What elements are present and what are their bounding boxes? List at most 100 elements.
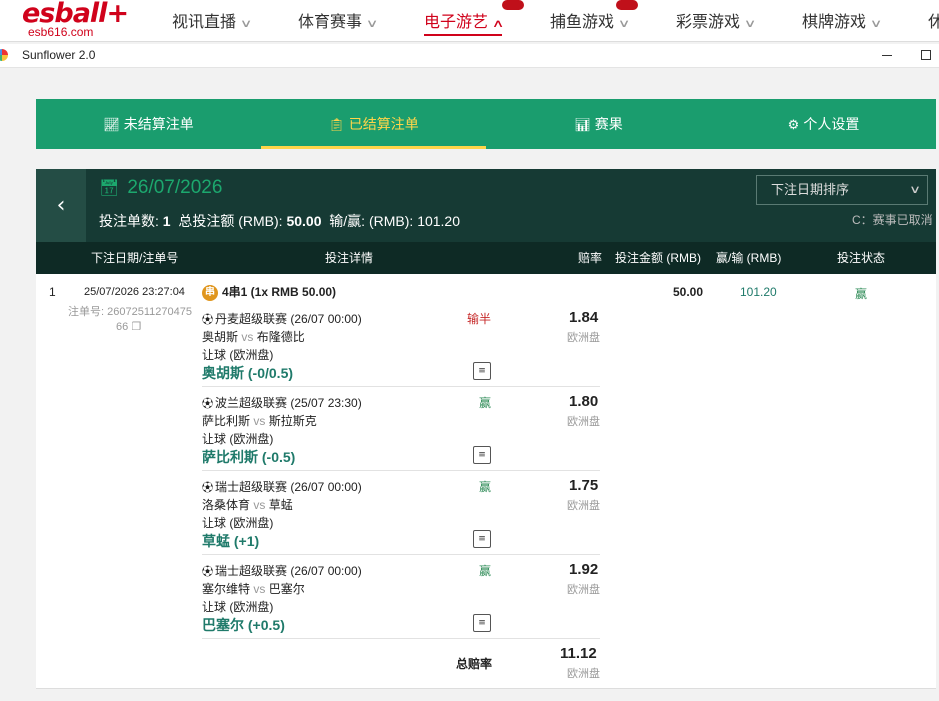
- tab-settings[interactable]: ⚙︎ 个人设置: [711, 99, 936, 149]
- match-stats-icon[interactable]: ≡: [473, 614, 491, 632]
- win-loss-label: 输/赢: (RMB):: [329, 213, 414, 229]
- bet-summary: 投注单数: 1 总投注额 (RMB): 50.00 输/赢: (RMB): 10…: [99, 211, 460, 231]
- leg-market: 让球 (欧洲盘): [202, 516, 274, 530]
- leg-odds: 1.84: [569, 309, 599, 326]
- hot-badge-icon: [616, 0, 638, 10]
- vs-label: vs: [253, 414, 266, 428]
- bet-tabs: 📈︎ 未结算注单 📋︎ 已结算注单 📊︎ 赛果 ⚙︎ 个人设置: [36, 99, 936, 149]
- tab-settled[interactable]: 📋︎ 已结算注单: [261, 99, 486, 149]
- match-stats-icon[interactable]: ≡: [473, 446, 491, 464]
- chevron-down-icon: ∨: [617, 18, 631, 30]
- bet-win-loss: 101.20: [740, 285, 777, 299]
- bet-status: 赢: [855, 287, 868, 301]
- site-logo[interactable]: esball+ esb616.com: [0, 0, 130, 42]
- tab-label: 个人设置: [803, 116, 860, 132]
- sort-label: 下注日期排序: [771, 182, 850, 197]
- nav-item-live[interactable]: 视讯直播 ∨: [172, 8, 253, 32]
- nav-item-more[interactable]: 休: [928, 8, 939, 32]
- col-status: 投注状态: [837, 251, 886, 265]
- minimize-icon[interactable]: [882, 55, 892, 56]
- nav-label: 捕鱼游戏: [550, 14, 615, 31]
- away-team: 草蜢: [268, 498, 293, 512]
- settled-bets-icon: 📋︎: [328, 117, 345, 132]
- bet-count-label: 投注单数:: [99, 213, 159, 229]
- soccer-ball-icon: ⚽︎: [202, 314, 213, 326]
- nav-label: 视讯直播: [172, 14, 237, 31]
- col-odds: 赔率: [578, 251, 603, 265]
- leg-teams: 塞尔维特 vs 巴塞尔: [202, 580, 305, 597]
- ticket-no-part1: 26072511270475: [107, 306, 192, 318]
- away-team: 布隆德比: [256, 330, 305, 344]
- ticket-label: 注单号:: [68, 306, 105, 318]
- soccer-ball-icon: ⚽︎: [202, 566, 213, 578]
- leg-league: ⚽︎ 丹麦超级联赛 (26/07 00:00): [202, 310, 362, 327]
- leg-divider: [202, 638, 600, 639]
- chevron-down-icon: ∨: [869, 18, 883, 30]
- chevron-down-icon: ∨: [365, 18, 379, 30]
- nav-item-cards[interactable]: 棋牌游戏 ∨: [802, 8, 883, 32]
- home-team: 奥胡斯: [202, 330, 239, 344]
- leg-market: 让球 (欧洲盘): [202, 432, 274, 446]
- league-label: 波兰超级联赛 (25/07 23:30): [215, 396, 362, 410]
- ticket-no-part2: 66: [116, 321, 129, 333]
- leg-teams: 奥胡斯 vs 布隆德比: [202, 328, 305, 345]
- league-label: 瑞士超级联赛 (26/07 00:00): [215, 480, 362, 494]
- leg-result: 输半: [467, 312, 492, 326]
- sort-select[interactable]: 下注日期排序 ∨: [756, 175, 928, 205]
- col-date: 下注日期/注单号: [91, 251, 179, 265]
- unsettled-bets-icon: 📈︎: [103, 117, 120, 132]
- date-heading: 📅︎ 26/07/2026: [99, 177, 222, 199]
- leg-market: 让球 (欧洲盘): [202, 348, 274, 362]
- leg-pick: 萨比利斯 (-0.5): [202, 449, 296, 465]
- nav-label: 休: [928, 14, 939, 31]
- leg-result: 赢: [479, 396, 492, 410]
- chevron-down-icon: ∨: [239, 18, 253, 30]
- window-title: Sunflower 2.0: [22, 48, 96, 62]
- nav-label: 电子游艺: [424, 14, 489, 31]
- away-team: 斯拉斯克: [268, 414, 317, 428]
- window-titlebar: Sunflower 2.0: [0, 44, 939, 68]
- nav-item-egames[interactable]: 电子游艺 ∧: [424, 0, 524, 36]
- total-odds-label: 总赔率: [456, 657, 493, 671]
- total-stake-label: 总投注额 (RMB):: [178, 213, 283, 229]
- nav-item-lottery[interactable]: 彩票游戏 ∨: [676, 8, 756, 32]
- tab-unsettled[interactable]: 📈︎ 未结算注单: [36, 99, 261, 149]
- bet-stake: 50.00: [673, 285, 704, 299]
- logo-domain: esb616.com: [28, 25, 94, 39]
- league-label: 瑞士超级联赛 (26/07 00:00): [215, 564, 362, 578]
- ticket-number-cont: 66 ❐: [116, 320, 141, 333]
- maximize-icon[interactable]: [921, 50, 931, 60]
- leg-odds: 1.92: [569, 561, 599, 578]
- nav-item-fishing[interactable]: 捕鱼游戏 ∨: [550, 0, 638, 32]
- chevron-left-icon: ‹: [56, 193, 66, 218]
- nav-label: 彩票游戏: [676, 14, 741, 31]
- tab-label: 已结算注单: [348, 116, 419, 132]
- settled-bets-panel: ‹ 📅︎ 26/07/2026 投注单数: 1 总投注额 (RMB): 50.00…: [36, 169, 936, 689]
- hot-badge-icon: [502, 0, 524, 10]
- parlay-label: 4串1 (1x RMB 50.00): [222, 285, 337, 299]
- home-team: 塞尔维特: [202, 582, 251, 596]
- home-team: 洛桑体育: [202, 498, 251, 512]
- row-index: 1: [49, 285, 56, 299]
- league-label: 丹麦超级联赛 (26/07 00:00): [215, 312, 362, 326]
- match-stats-icon[interactable]: ≡: [473, 530, 491, 548]
- leg-divider: [202, 470, 600, 471]
- soccer-ball-icon: ⚽︎: [202, 482, 213, 494]
- table-header: 下注日期/注单号 投注详情 赔率 投注金额 (RMB) 赢/输 (RMB) 投注…: [36, 242, 936, 274]
- leg-league: ⚽︎ 瑞士超级联赛 (26/07 00:00): [202, 562, 362, 579]
- win-loss-value: 101.20: [417, 213, 461, 229]
- back-button[interactable]: ‹: [36, 169, 86, 242]
- leg-market: 让球 (欧洲盘): [202, 600, 274, 614]
- tab-label: 赛果: [594, 116, 623, 132]
- vs-label: vs: [253, 498, 266, 512]
- copy-icon[interactable]: ❐: [131, 321, 141, 333]
- site-nav: esball+ esb616.com 视讯直播 ∨ 体育赛事 ∨ 电子游艺 ∧ 捕鱼游…: [0, 0, 939, 42]
- nav-label: 体育赛事: [298, 14, 363, 31]
- leg-odds-type: 欧洲盘: [567, 331, 600, 344]
- nav-item-sports[interactable]: 体育赛事 ∨: [298, 8, 379, 32]
- match-stats-icon[interactable]: ≡: [473, 362, 491, 380]
- tab-results[interactable]: 📊︎ 赛果: [486, 99, 711, 149]
- vs-label: vs: [241, 330, 254, 344]
- leg-odds: 1.75: [569, 477, 599, 494]
- col-stake: 投注金额 (RMB): [615, 251, 701, 265]
